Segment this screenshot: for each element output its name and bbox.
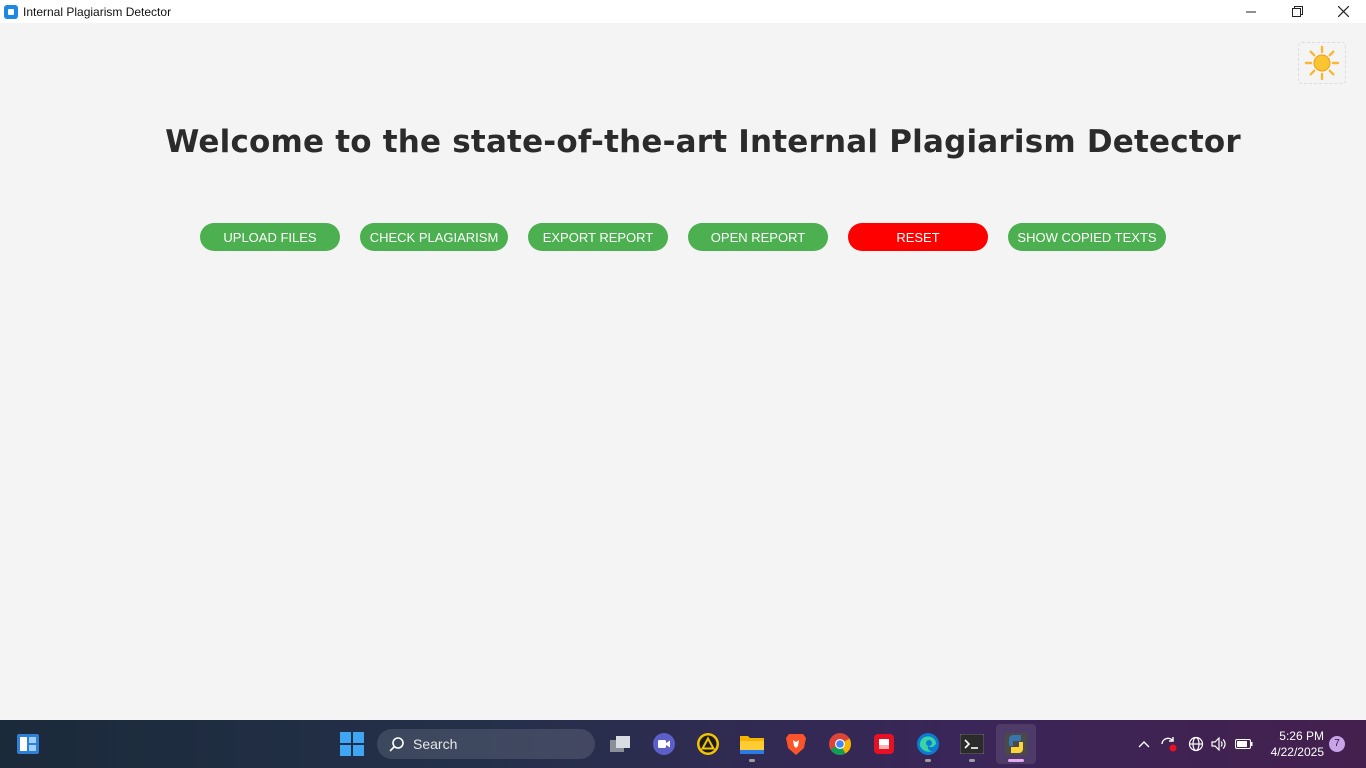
active-indicator <box>1008 759 1024 762</box>
notification-badge[interactable]: 7 <box>1329 736 1345 752</box>
brave-lion-icon <box>786 734 806 755</box>
taskbar-app-task-view[interactable] <box>604 720 636 768</box>
taskbar-clock[interactable]: 5:26 PM 4/22/2025 <box>1262 728 1324 760</box>
chevron-up-icon <box>1138 741 1150 748</box>
globe-icon <box>1188 736 1204 752</box>
search-label: Search <box>413 736 458 752</box>
python-icon <box>1005 733 1027 755</box>
tray-sync[interactable] <box>1157 720 1179 768</box>
page-heading: Welcome to the state-of-the-art Internal… <box>165 124 1241 160</box>
taskbar-search-box[interactable]: Search <box>377 729 595 759</box>
windows-logo-icon <box>340 732 364 756</box>
clock-time: 5:26 PM <box>1279 729 1324 743</box>
restore-icon <box>1291 6 1303 17</box>
tray-overflow-button[interactable] <box>1134 720 1154 768</box>
title-bar: Internal Plagiarism Detector <box>0 0 1366 23</box>
taskbar-app-meet[interactable] <box>648 720 680 768</box>
search-icon <box>389 737 404 752</box>
upload-files-button[interactable]: UPLOAD FILES <box>200 223 340 251</box>
folder-icon <box>740 736 764 754</box>
taskbar-app-triangle[interactable] <box>692 720 724 768</box>
running-indicator <box>749 759 755 762</box>
widgets-icon <box>17 734 39 754</box>
reset-button[interactable]: RESET <box>848 223 988 251</box>
battery-icon <box>1235 739 1253 749</box>
close-icon <box>1337 6 1349 17</box>
tray-battery[interactable] <box>1233 720 1255 768</box>
theme-toggle-button[interactable] <box>1298 42 1346 84</box>
chrome-icon <box>829 733 851 755</box>
taskbar-app-red[interactable] <box>868 720 900 768</box>
speaker-icon <box>1211 737 1226 751</box>
taskbar-app-chrome[interactable] <box>824 720 856 768</box>
running-indicator <box>925 759 931 762</box>
export-report-button[interactable]: EXPORT REPORT <box>528 223 668 251</box>
show-copied-texts-button[interactable]: SHOW COPIED TEXTS <box>1008 223 1166 251</box>
terminal-icon <box>960 734 984 754</box>
tray-volume[interactable] <box>1208 720 1230 768</box>
red-app-icon <box>874 734 894 754</box>
widgets-button[interactable] <box>10 720 46 768</box>
app-icon <box>4 4 18 19</box>
minimize-button[interactable] <box>1228 0 1274 23</box>
check-plagiarism-button[interactable]: CHECK PLAGIARISM <box>360 223 508 251</box>
video-chat-icon <box>653 733 675 755</box>
window-controls <box>1228 0 1366 23</box>
sync-icon <box>1161 737 1177 752</box>
clock-date: 4/22/2025 <box>1270 745 1324 759</box>
sun-icon <box>1304 45 1340 81</box>
action-bar: UPLOAD FILES CHECK PLAGIARISM EXPORT REP… <box>200 223 1166 251</box>
tray-network[interactable] <box>1185 720 1207 768</box>
taskbar-app-brave[interactable] <box>780 720 812 768</box>
running-indicator <box>969 759 975 762</box>
restore-button[interactable] <box>1274 0 1320 23</box>
edge-icon <box>917 733 939 755</box>
start-button[interactable] <box>334 720 370 768</box>
open-report-button[interactable]: OPEN REPORT <box>688 223 828 251</box>
close-button[interactable] <box>1320 0 1366 23</box>
window-title: Internal Plagiarism Detector <box>23 4 172 19</box>
minimize-icon <box>1246 11 1256 12</box>
task-view-icon <box>610 736 630 752</box>
triangle-app-icon <box>697 733 719 755</box>
